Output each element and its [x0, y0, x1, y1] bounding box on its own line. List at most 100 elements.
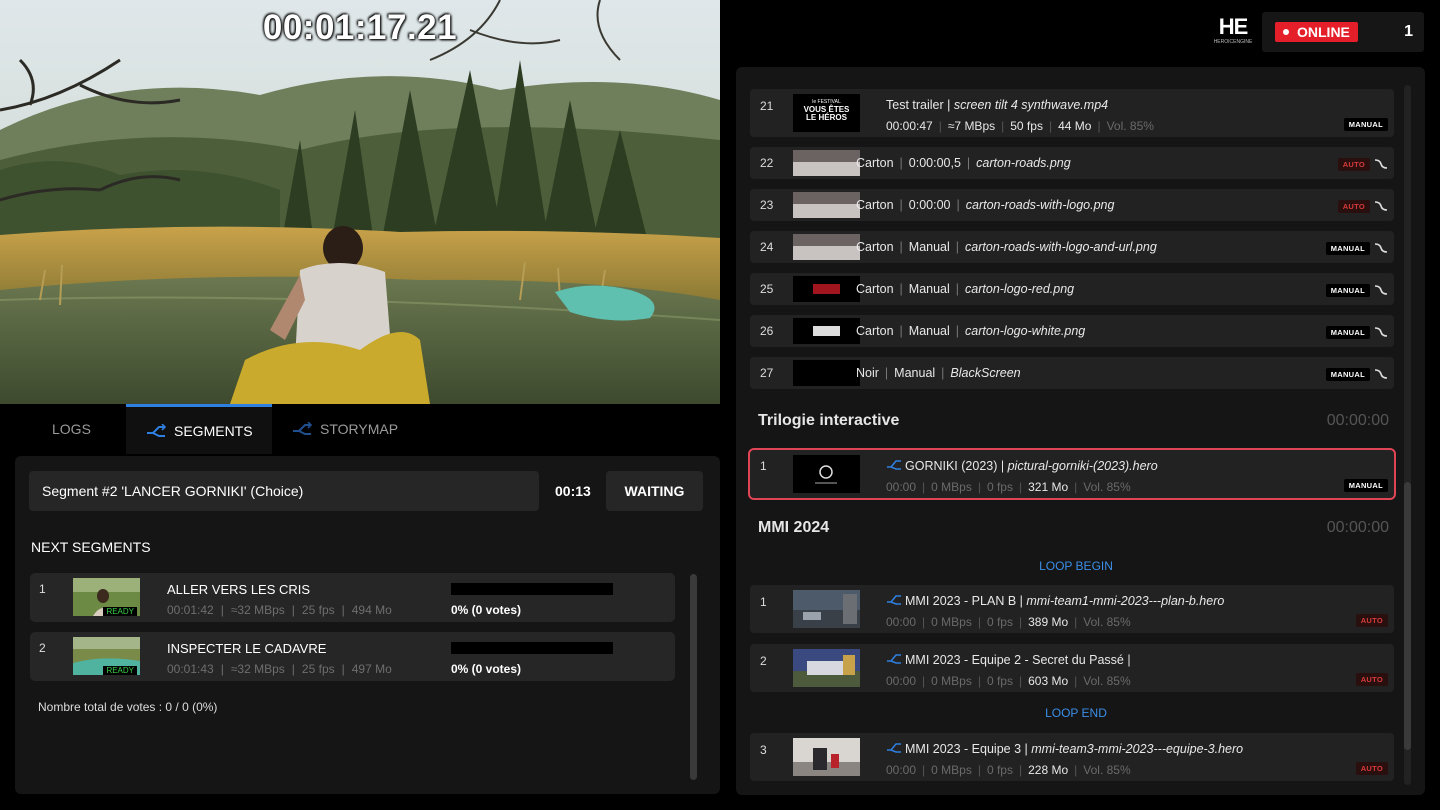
item-title: Carton | Manual | carton-logo-red.png: [856, 282, 1075, 296]
mode-badge[interactable]: MANUAL: [1343, 118, 1388, 131]
item-title: Carton | Manual | carton-logo-white.png: [856, 324, 1086, 338]
online-badge: ONLINE: [1275, 22, 1358, 42]
mode-badge[interactable]: MANUAL: [1343, 479, 1388, 492]
vote-progress-bar: [451, 642, 613, 654]
item-meta: 00:00:47 | ≈7 MBps | 50 fps | 44 Mo | Vol. 85%: [886, 119, 1154, 133]
section-title: MMI 2024: [758, 519, 830, 536]
item-title: MMI 2023 - Equipe 2 - Secret du Passé |: [886, 653, 1131, 667]
next-segment-row[interactable]: 1 READY ALLER VERS LES CRIS 00:01:42 | ≈32…: [30, 573, 675, 622]
item-number: 26: [760, 324, 774, 338]
heroic-engine-logo: HE HEROICENGINE: [1213, 14, 1253, 46]
vote-progress-bar: [451, 583, 613, 595]
item-title: MMI 2023 - Equipe 3 | mmi-team3-mmi-2023…: [886, 742, 1243, 756]
current-segment-bar: Segment #2 'LANCER GORNIKI' (Choice): [29, 471, 539, 511]
tab-storymap-label: STORYMAP: [320, 421, 399, 437]
transition-curve-icon[interactable]: [1374, 158, 1388, 170]
tab-segments-label: SEGMENTS: [174, 422, 253, 439]
item-number: 1: [760, 459, 767, 473]
ready-badge: READY: [103, 666, 137, 675]
mode-badge[interactable]: AUTO: [1337, 158, 1370, 171]
next-segment-number: 1: [39, 582, 46, 596]
mode-badge[interactable]: MANUAL: [1325, 242, 1370, 255]
mode-badge[interactable]: AUTO: [1337, 200, 1370, 213]
item-number: 22: [760, 156, 774, 170]
playlist-item-selected[interactable]: 1 GORNIKI (2023) | pictural-gorniki-(202…: [748, 448, 1396, 500]
mode-badge[interactable]: AUTO: [1355, 673, 1388, 686]
item-number: 3: [760, 743, 767, 757]
item-title: MMI 2023 - PLAN B | mmi-team1-mmi-2023--…: [886, 594, 1224, 608]
segments-panel: Segment #2 'LANCER GORNIKI' (Choice) 00:…: [15, 456, 720, 794]
item-thumbnail: [793, 192, 860, 218]
loop-end-marker: LOOP END: [1045, 706, 1107, 720]
connected-count: 1: [1404, 23, 1413, 40]
transition-curve-icon[interactable]: [1374, 368, 1388, 380]
next-segments-scrollbar[interactable]: [690, 574, 697, 780]
interactive-story-icon: [887, 654, 901, 664]
playlist-item[interactable]: 2 MMI 2023 - Equipe 2 - Secret du Passé …: [750, 644, 1394, 692]
tab-storymap[interactable]: STORYMAP: [292, 404, 398, 454]
item-thumbnail: [793, 150, 860, 176]
item-thumbnail: le FESTIVAL VOUS ÊTES LE HÉROS: [793, 94, 860, 132]
mode-badge[interactable]: MANUAL: [1325, 368, 1370, 381]
playlist-item[interactable]: 1 MMI 2023 - PLAN B | mmi-team1-mmi-2023…: [750, 585, 1394, 633]
storymap-icon: [293, 422, 312, 435]
item-thumbnail: [793, 276, 860, 302]
item-thumbnail: [793, 738, 860, 776]
next-segments-title: NEXT SEGMENTS: [31, 539, 151, 555]
next-segment-meta: 00:01:43 | ≈32 MBps | 25 fps | 497 Mo: [167, 662, 392, 676]
video-preview: 00:01:17.21: [0, 0, 720, 404]
item-number: 27: [760, 366, 774, 380]
mode-badge[interactable]: AUTO: [1355, 762, 1388, 775]
segment-status-button[interactable]: WAITING: [606, 471, 703, 511]
transition-curve-icon[interactable]: [1374, 242, 1388, 254]
playlist-scrollbar-thumb[interactable]: [1404, 482, 1411, 750]
item-thumbnail: [793, 234, 860, 260]
total-votes-text: Nombre total de votes : 0 / 0 (0%): [38, 700, 218, 714]
vote-percentage: 0% (0 votes): [451, 603, 522, 617]
playlist-item[interactable]: 26 Carton | Manual | carton-logo-white.png M…: [750, 315, 1394, 347]
item-thumbnail: [793, 318, 860, 344]
item-meta: 00:00 | 0 MBps | 0 fps | 228 Mo | Vol. 85%: [886, 763, 1131, 777]
item-number: 23: [760, 198, 774, 212]
transition-curve-icon[interactable]: [1374, 326, 1388, 338]
item-title: Test trailer | screen tilt 4 synthwave.m…: [886, 98, 1109, 112]
item-thumbnail: [793, 649, 860, 687]
item-title: Noir | Manual | BlackScreen: [856, 366, 1021, 380]
item-meta: 00:00 | 0 MBps | 0 fps | 321 Mo | Vol. 85%: [886, 480, 1131, 494]
item-title: Carton | Manual | carton-roads-with-logo-and…: [856, 240, 1157, 254]
item-title: Carton | 0:00:00 | carton-roads-with-logo.pn…: [856, 198, 1115, 212]
playlist-item[interactable]: 23 Carton | 0:00:00 | carton-roads-with-logo…: [750, 189, 1394, 221]
next-segment-row[interactable]: 2 READY INSPECTER LE CADAVRE 00:01:43 | ≈3…: [30, 632, 675, 681]
next-segment-title: ALLER VERS LES CRIS: [167, 582, 311, 597]
item-number: 2: [760, 654, 767, 668]
item-number: 24: [760, 240, 774, 254]
playlist-item[interactable]: 24 Carton | Manual | carton-roads-with-logo-…: [750, 231, 1394, 263]
item-number: 25: [760, 282, 774, 296]
mode-badge[interactable]: MANUAL: [1325, 284, 1370, 297]
next-segment-meta: 00:01:42 | ≈32 MBps | 25 fps | 494 Mo: [167, 603, 392, 617]
tab-logs-label: LOGS: [52, 421, 91, 437]
item-meta: 00:00 | 0 MBps | 0 fps | 603 Mo | Vol. 85%: [886, 674, 1131, 688]
section-title: Trilogie interactive: [758, 412, 900, 429]
tab-logs[interactable]: LOGS: [52, 404, 91, 454]
transition-curve-icon[interactable]: [1374, 284, 1388, 296]
mode-badge[interactable]: MANUAL: [1325, 326, 1370, 339]
next-segment-thumbnail: READY: [73, 637, 140, 675]
transition-curve-icon[interactable]: [1374, 200, 1388, 212]
mode-badge[interactable]: AUTO: [1355, 614, 1388, 627]
next-segment-number: 2: [39, 641, 46, 655]
section-duration: 00:00:00: [1326, 519, 1389, 536]
playlist-item[interactable]: 27 Noir | Manual | BlackScreen MANUAL: [750, 357, 1394, 389]
playlist-item[interactable]: 25 Carton | Manual | carton-logo-red.png MAN…: [750, 273, 1394, 305]
tab-segments[interactable]: SEGMENTS: [126, 404, 272, 454]
loop-begin-marker: LOOP BEGIN: [1039, 559, 1113, 573]
playlist-item[interactable]: 22 Carton | 0:00:00,5 | carton-roads.png AUT…: [750, 147, 1394, 179]
ready-badge: READY: [103, 607, 137, 616]
item-number: 21: [760, 99, 774, 113]
item-thumbnail: [793, 590, 860, 628]
interactive-story-icon: [887, 743, 901, 753]
item-thumbnail: [793, 455, 860, 493]
next-segment-thumbnail: READY: [73, 578, 140, 616]
playlist-item[interactable]: 3 MMI 2023 - Equipe 3 | mmi-team3-mmi-20…: [750, 733, 1394, 781]
playlist-item[interactable]: 21 le FESTIVAL VOUS ÊTES LE HÉROS Test t…: [750, 89, 1394, 137]
